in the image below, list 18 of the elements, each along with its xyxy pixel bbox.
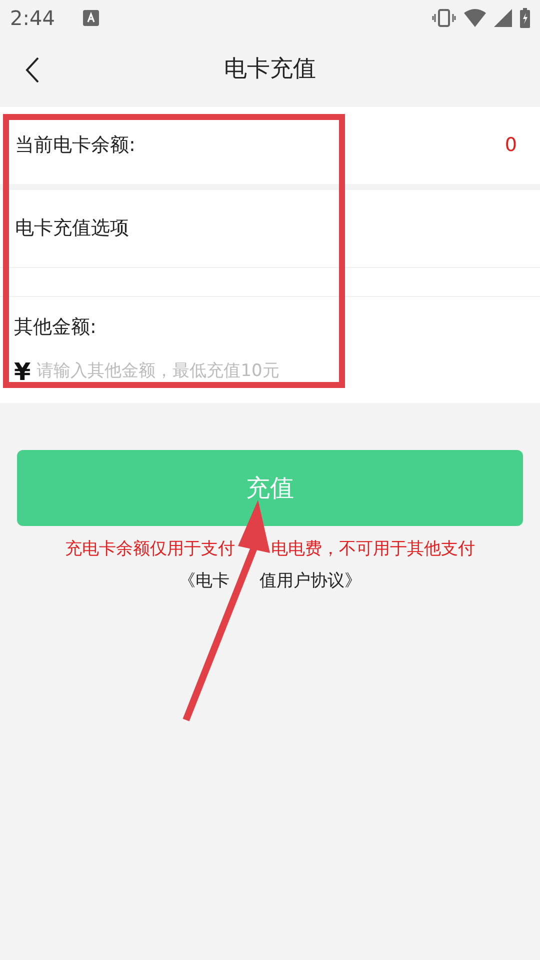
keyboard-icon — [82, 10, 99, 26]
page-title: 电卡充值 — [224, 54, 316, 84]
amount-input[interactable]: 请输入其他金额，最低充值10元 — [36, 358, 337, 384]
status-time: 2:44 — [10, 5, 55, 32]
battery-icon — [520, 8, 530, 28]
agreement-link[interactable]: 《电卡 — [178, 568, 230, 594]
other-amount-label: 其他金额: — [14, 315, 96, 340]
back-icon — [24, 56, 40, 84]
balance-label: 当前电卡余额: — [15, 133, 136, 158]
balance-value: 0 — [504, 133, 517, 158]
currency-symbol: ¥ — [14, 356, 31, 388]
notice-text: 充电卡余额仅用于支付 — [65, 538, 235, 561]
agreement-link[interactable]: 值用户协议》 — [260, 568, 362, 594]
notice-text: 电电费，不可用于其他支付 — [271, 538, 475, 561]
options-label: 电卡充值选项 — [15, 216, 129, 242]
signal-icon — [494, 9, 512, 27]
vibrate-icon — [432, 9, 456, 27]
wifi-icon — [464, 9, 486, 27]
